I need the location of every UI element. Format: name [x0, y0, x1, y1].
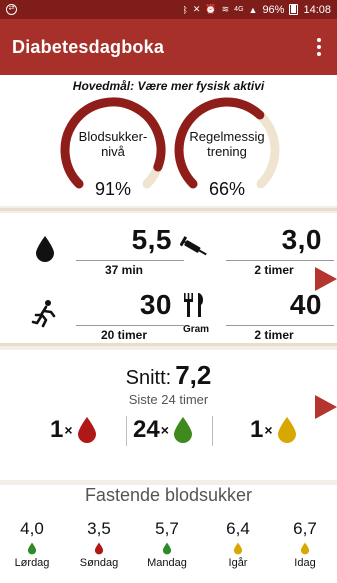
fasting-card[interactable]: Fastende blodsukker 4,0 Lørdag 3,5 Sønda… — [0, 485, 337, 583]
count-normal: 24 × — [133, 414, 194, 446]
network-type: 4G — [234, 6, 244, 13]
blood-drop-icon — [36, 236, 54, 262]
next-arrow-icon[interactable] — [315, 395, 337, 419]
count-elevated: 1 × — [250, 414, 298, 446]
stat-activity[interactable]: 30 20 timer — [30, 288, 190, 344]
stat-glucose[interactable]: 5,5 37 min — [30, 223, 190, 279]
next-arrow-icon[interactable] — [315, 267, 337, 291]
stat-time: 20 timer — [100, 328, 148, 342]
goal-title: Hovedmål: Være mer fysisk aktivi — [72, 79, 265, 93]
divider — [76, 260, 184, 261]
average-value: Snitt: 7,2 — [125, 360, 212, 390]
status-bar: ⇄ ᛒ ✕ ⏰ ≋ 4G ▲ 96% 14:08 — [0, 0, 337, 19]
average-period: Siste 24 timer — [128, 392, 209, 407]
day-item[interactable]: 3,5 Søndag — [69, 519, 129, 569]
gauge-blood-sugar[interactable]: Blodsukker- nivå 91% — [58, 95, 168, 205]
syringe-icon — [180, 236, 207, 256]
food-unit-label: Gram — [182, 324, 210, 335]
divider — [126, 416, 127, 446]
day-item[interactable]: 6,4 Igår — [208, 519, 268, 569]
divider — [0, 208, 337, 211]
app-notification-icon: ⇄ — [6, 4, 17, 15]
day-item[interactable]: 4,0 Lørdag — [2, 519, 62, 569]
goal-card[interactable]: Hovedmål: Være mer fysisk aktivi Blodsuk… — [0, 75, 337, 206]
battery-icon — [289, 4, 299, 15]
stat-time: 37 min — [104, 263, 143, 277]
drop-icon — [27, 542, 37, 555]
gauge-percent: 91% — [94, 179, 132, 199]
drop-icon — [233, 542, 243, 555]
drop-icon — [300, 542, 310, 555]
drop-icon — [162, 542, 172, 555]
red-drop-icon — [77, 417, 96, 443]
gauge-label: Regelmessig trening — [189, 129, 265, 159]
bluetooth-icon: ᛒ — [182, 4, 188, 15]
stat-time: 2 timer — [254, 328, 294, 342]
gauge-percent: 66% — [208, 179, 246, 199]
signal-icon: ▲ — [248, 4, 258, 15]
more-vert-icon[interactable] — [301, 29, 337, 65]
stat-food[interactable]: Gram 40 2 timer — [180, 288, 337, 344]
fork-knife-icon — [184, 293, 204, 317]
gauge-label: Blodsukker- nivå — [78, 129, 148, 159]
divider — [0, 343, 337, 346]
stat-value: 30 — [139, 289, 172, 320]
app-title: Diabetesdagboka — [12, 36, 165, 57]
wifi-icon: ≋ — [221, 4, 230, 14]
clock: 14:08 — [303, 3, 331, 16]
drop-icon — [94, 542, 104, 555]
green-drop-icon — [173, 417, 192, 443]
stat-value: 40 — [289, 289, 322, 320]
day-item[interactable]: 5,7 Mandag — [137, 519, 197, 569]
divider — [76, 325, 184, 326]
stat-value: 5,5 — [131, 224, 172, 255]
running-person-icon — [31, 300, 56, 328]
divider — [212, 416, 213, 446]
divider — [226, 325, 334, 326]
fasting-title: Fastende blodsukker — [84, 485, 253, 505]
stat-value: 3,0 — [281, 224, 322, 255]
latest-values-card[interactable]: 5,5 37 min 3,0 2 timer 30 20 timer Gram … — [0, 213, 337, 343]
alarm-icon: ⏰ — [205, 4, 217, 14]
stat-time: 2 timer — [254, 263, 294, 277]
count-high: 1 × — [50, 414, 98, 446]
stat-insulin[interactable]: 3,0 2 timer — [180, 223, 337, 279]
mute-icon: ✕ — [192, 4, 201, 14]
battery-percent: 96% — [262, 3, 285, 16]
app-bar: Diabetesdagboka — [0, 19, 337, 75]
day-item[interactable]: 6,7 Idag — [275, 519, 335, 569]
yellow-drop-icon — [277, 417, 296, 443]
gauge-exercise[interactable]: Regelmessig trening 66% — [172, 95, 282, 205]
average-card[interactable]: Snitt: 7,2 Siste 24 timer 1 × 24 × 1 × — [0, 350, 337, 480]
divider — [226, 260, 334, 261]
